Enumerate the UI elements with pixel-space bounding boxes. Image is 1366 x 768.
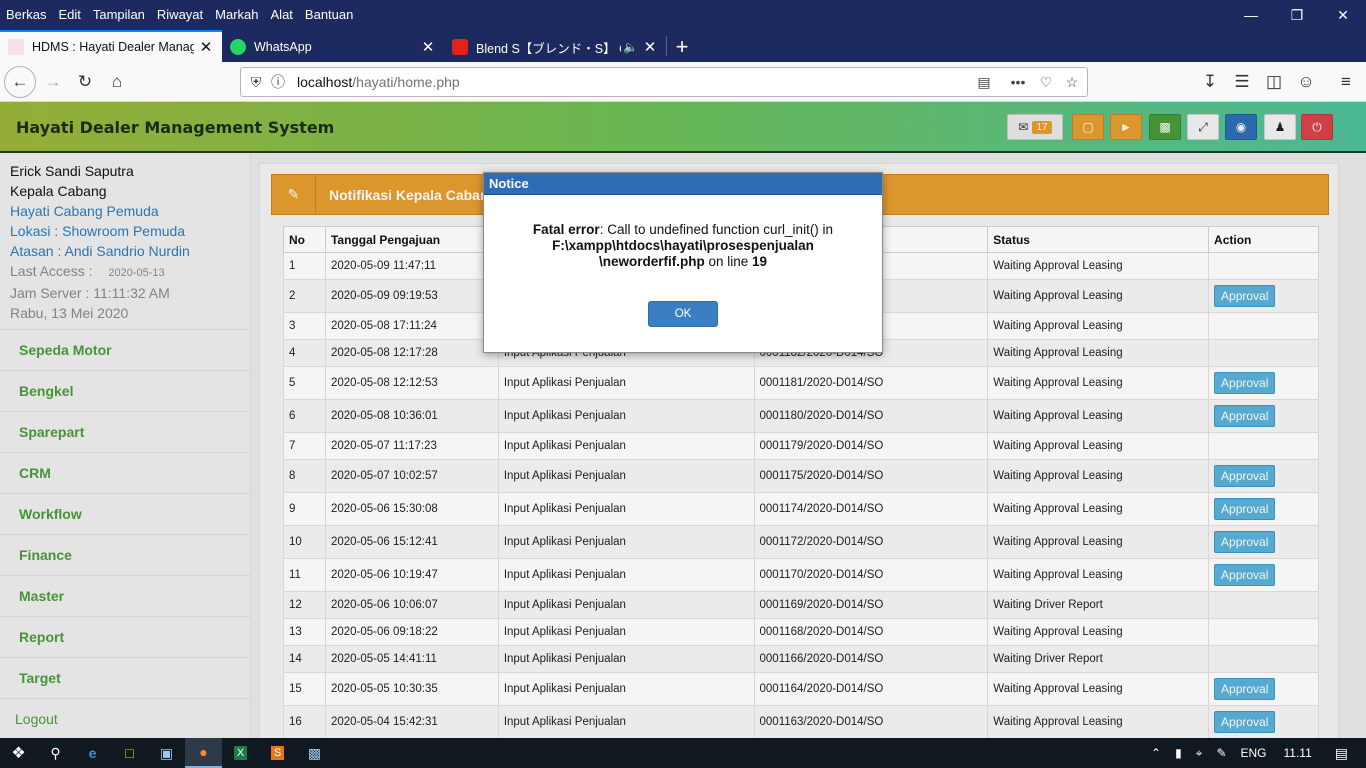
page-actions-icon[interactable]: ••• bbox=[1007, 71, 1029, 93]
tab-whatsapp[interactable]: WhatsApp ✕ bbox=[222, 32, 444, 62]
close-icon: ✕ bbox=[1337, 6, 1349, 23]
hdms-favicon-icon bbox=[8, 39, 24, 55]
hamburger-icon: ≡ bbox=[1341, 72, 1351, 91]
menu-edit[interactable]: Edit bbox=[52, 5, 86, 25]
firefox-icon: ● bbox=[199, 744, 208, 760]
dialog-message: Fatal error: Call to undefined function … bbox=[484, 195, 882, 270]
tab-close-icon[interactable]: ✕ bbox=[642, 38, 658, 56]
control-panel-icon: ▣ bbox=[159, 744, 174, 761]
minimize-icon: — bbox=[1244, 7, 1258, 23]
tray-expand-icon[interactable]: ⌃ bbox=[1144, 746, 1168, 760]
search-icon: ⚲ bbox=[50, 744, 61, 761]
navigation-bar: ← → ↻ ⌂ ⛨ ⓘ localhost/hayati/home.php ▤ … bbox=[0, 62, 1366, 102]
folder-icon: □ bbox=[125, 745, 134, 761]
reload-icon: ↻ bbox=[77, 72, 93, 91]
notice-dialog: Notice Fatal error: Call to undefined fu… bbox=[483, 172, 883, 353]
whatsapp-icon bbox=[230, 39, 246, 55]
error-message: : Call to undefined function curl_init()… bbox=[599, 222, 834, 237]
edge-button[interactable]: e bbox=[74, 738, 111, 768]
back-button[interactable]: ← bbox=[4, 66, 36, 98]
database-button[interactable]: ▩ bbox=[296, 738, 333, 768]
on-line-text: on line bbox=[704, 254, 752, 269]
account-icon: ☺ bbox=[1297, 72, 1315, 91]
hamburger-menu-button[interactable]: ≡ bbox=[1330, 66, 1362, 98]
edge-icon: e bbox=[88, 745, 97, 761]
language-indicator[interactable]: ENG bbox=[1234, 746, 1274, 760]
forward-button[interactable]: → bbox=[37, 66, 69, 98]
url-host: localhost bbox=[297, 74, 353, 90]
line-number: 19 bbox=[752, 254, 768, 269]
library-icon: ☰ bbox=[1234, 72, 1250, 91]
close-window-button[interactable]: ✕ bbox=[1320, 0, 1366, 30]
error-path-line1: F:\xampp\htdocs\hayati\prosespenjualan bbox=[552, 238, 814, 253]
excel-button[interactable]: X bbox=[222, 738, 259, 768]
tab-close-icon[interactable]: ✕ bbox=[420, 38, 436, 56]
info-icon[interactable]: ⓘ bbox=[267, 71, 289, 93]
error-label: Fatal error bbox=[532, 222, 600, 237]
taskbar: ❖ ⚲ e □ ▣ ● X S ▩ ⌃ ▮ ⌖ ✎ ENG 11.11 ▤ bbox=[0, 738, 1366, 768]
download-icon: ↧ bbox=[1202, 72, 1218, 91]
battery-icon[interactable]: ▮ bbox=[1168, 746, 1189, 760]
forward-arrow-icon: → bbox=[44, 72, 62, 91]
shield-icon[interactable]: ⛨ bbox=[245, 71, 267, 93]
wifi-icon[interactable]: ⌖ bbox=[1189, 746, 1210, 761]
home-button[interactable]: ⌂ bbox=[101, 66, 133, 98]
back-arrow-icon: ← bbox=[11, 72, 29, 91]
reload-button[interactable]: ↻ bbox=[69, 66, 101, 98]
search-button[interactable]: ⚲ bbox=[37, 738, 74, 768]
restore-button[interactable]: ❐ bbox=[1274, 0, 1320, 30]
tab-close-icon[interactable]: ✕ bbox=[198, 38, 214, 56]
url-bar[interactable]: ⛨ ⓘ localhost/hayati/home.php ▤ ••• ♡ ☆ bbox=[240, 67, 1088, 97]
bookmark-star-icon[interactable]: ☆ bbox=[1061, 71, 1083, 93]
home-icon: ⌂ bbox=[111, 72, 123, 91]
dialog-title: Notice bbox=[484, 173, 882, 195]
menu-riwayat[interactable]: Riwayat bbox=[151, 5, 209, 25]
new-tab-button[interactable]: + bbox=[667, 32, 697, 62]
minimize-button[interactable]: — bbox=[1228, 0, 1274, 30]
menu-bar: Berkas Edit Tampilan Riwayat Markah Alat… bbox=[0, 0, 1366, 30]
tab-title: Blend S【ブレンド・S】 Op bbox=[476, 41, 622, 56]
library-button[interactable]: ☰ bbox=[1226, 66, 1258, 98]
menu-berkas[interactable]: Berkas bbox=[0, 5, 52, 25]
youtube-icon bbox=[452, 39, 468, 55]
clock[interactable]: 11.11 bbox=[1274, 746, 1328, 760]
speaker-icon[interactable]: 🔈 bbox=[623, 40, 638, 54]
account-button[interactable]: ☺ bbox=[1290, 66, 1322, 98]
pen-icon[interactable]: ✎ bbox=[1209, 746, 1233, 760]
pocket-icon[interactable]: ♡ bbox=[1035, 71, 1057, 93]
control-panel-button[interactable]: ▣ bbox=[148, 738, 185, 768]
menu-tampilan[interactable]: Tampilan bbox=[87, 5, 151, 25]
menu-bantuan[interactable]: Bantuan bbox=[299, 5, 359, 25]
firefox-button[interactable]: ● bbox=[185, 738, 222, 768]
tab-title: WhatsApp bbox=[254, 40, 312, 54]
explorer-button[interactable]: □ bbox=[111, 738, 148, 768]
error-path-line2: \neworderfif.php bbox=[598, 254, 705, 269]
tab-bar: HDMS : Hayati Dealer Managem ✕ WhatsApp … bbox=[0, 30, 1366, 62]
system-tray: ⌃ ▮ ⌖ ✎ ENG 11.11 ▤ bbox=[1144, 738, 1366, 768]
reader-view-icon[interactable]: ▤ bbox=[973, 71, 995, 93]
restore-icon: ❐ bbox=[1290, 6, 1304, 23]
menu-markah[interactable]: Markah bbox=[209, 5, 264, 25]
ok-button[interactable]: OK bbox=[648, 301, 718, 327]
sublime-button[interactable]: S bbox=[259, 738, 296, 768]
tab-title: HDMS : Hayati Dealer Managem bbox=[32, 40, 194, 54]
url-text: localhost/hayati/home.php bbox=[297, 74, 460, 90]
downloads-button[interactable]: ↧ bbox=[1194, 66, 1226, 98]
start-button[interactable]: ❖ bbox=[0, 738, 37, 768]
menu-alat[interactable]: Alat bbox=[265, 5, 299, 25]
tab-hdms[interactable]: HDMS : Hayati Dealer Managem ✕ bbox=[0, 30, 222, 62]
notification-icon[interactable]: ▤ bbox=[1328, 745, 1366, 762]
sidebar-toggle-icon: ◫ bbox=[1265, 72, 1283, 91]
url-path: /hayati/home.php bbox=[352, 74, 460, 90]
sublime-icon: S bbox=[270, 746, 285, 760]
sidebar-button[interactable]: ◫ bbox=[1258, 66, 1290, 98]
excel-icon: X bbox=[233, 746, 248, 760]
tab-youtube[interactable]: Blend S【ブレンド・S】 Op 🔈 ✕ bbox=[444, 32, 666, 62]
database-icon: ▩ bbox=[307, 744, 322, 761]
windows-icon: ❖ bbox=[11, 745, 26, 762]
